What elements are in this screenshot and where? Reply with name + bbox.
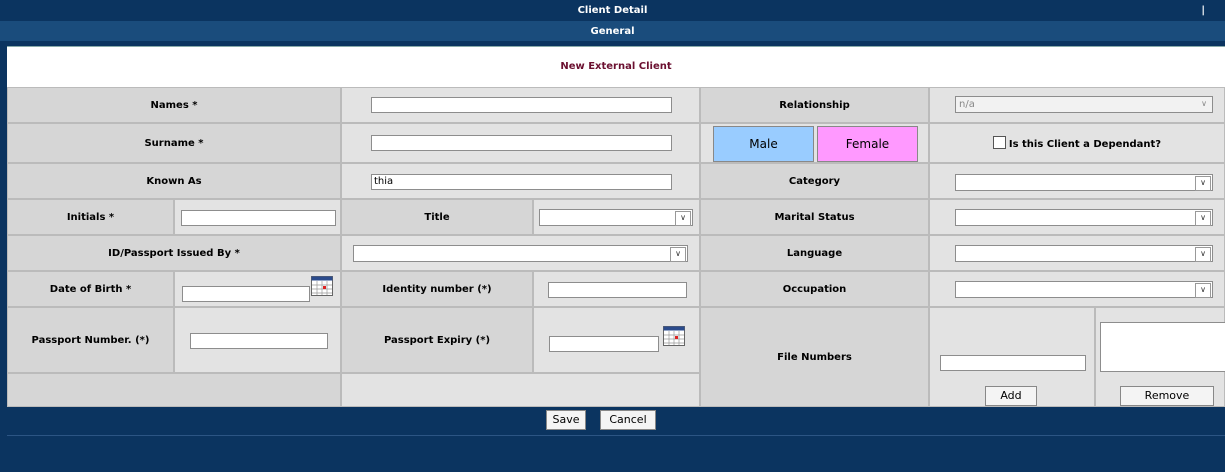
- identity-number-cell: [533, 271, 700, 307]
- empty-cell: [341, 373, 700, 407]
- title-select[interactable]: ∨: [539, 209, 693, 226]
- surname-cell: [341, 123, 700, 163]
- save-button[interactable]: Save: [546, 410, 586, 430]
- initials-label: Initials *: [7, 199, 174, 235]
- category-select[interactable]: ∨: [955, 174, 1213, 191]
- title-separator: |: [1201, 5, 1205, 16]
- identity-number-label: Identity number (*): [341, 271, 533, 307]
- calendar-icon[interactable]: [311, 276, 333, 296]
- marital-status-select[interactable]: ∨: [955, 209, 1213, 226]
- file-number-entry-cell: Add: [929, 307, 1095, 407]
- add-file-number-button[interactable]: Add: [985, 386, 1037, 406]
- window-title: Client Detail: [577, 5, 648, 16]
- language-select[interactable]: ∨: [955, 245, 1213, 262]
- surname-label: Surname *: [7, 123, 341, 163]
- passport-number-cell: [174, 307, 341, 373]
- known-as-input[interactable]: thia: [371, 174, 672, 190]
- file-number-list-cell: Remove: [1095, 307, 1225, 407]
- file-number-list[interactable]: [1100, 322, 1225, 372]
- initials-cell: [174, 199, 341, 235]
- occupation-select[interactable]: ∨: [955, 281, 1213, 298]
- window-title-bar: Client Detail |: [0, 0, 1225, 21]
- id-issued-label: ID/Passport Issued By *: [7, 235, 341, 271]
- relationship-value: n/a: [959, 99, 975, 110]
- chevron-down-icon: ∨: [1195, 283, 1211, 298]
- empty-cell: [7, 373, 341, 407]
- id-issued-select[interactable]: ∨: [353, 245, 688, 262]
- relationship-select[interactable]: n/a ∨: [955, 96, 1213, 113]
- action-bar: Save Cancel: [7, 407, 1225, 433]
- cancel-button[interactable]: Cancel: [600, 410, 656, 430]
- names-input[interactable]: [371, 97, 672, 113]
- chevron-down-icon: ∨: [670, 247, 686, 262]
- title-cell: ∨: [533, 199, 700, 235]
- names-cell: [341, 87, 700, 123]
- occupation-label: Occupation: [700, 271, 929, 307]
- chevron-down-icon: ∨: [1195, 176, 1211, 191]
- gender-cell: Male Female: [700, 123, 929, 163]
- remove-file-number-button[interactable]: Remove: [1120, 386, 1214, 406]
- passport-expiry-label: Passport Expiry (*): [341, 307, 533, 373]
- dob-cell: [174, 271, 341, 307]
- occupation-cell: ∨: [929, 271, 1225, 307]
- initials-input[interactable]: [181, 210, 336, 226]
- names-label: Names *: [7, 87, 341, 123]
- identity-number-input[interactable]: [548, 282, 687, 298]
- passport-expiry-cell: [533, 307, 700, 373]
- known-as-cell: thia: [341, 163, 700, 199]
- passport-number-input[interactable]: [190, 333, 328, 349]
- file-numbers-label: File Numbers: [700, 307, 929, 407]
- dob-input[interactable]: [182, 286, 310, 302]
- dob-label: Date of Birth *: [7, 271, 174, 307]
- footer-panel: [7, 435, 1225, 472]
- chevron-down-icon: ∨: [675, 211, 691, 226]
- section-title: General: [0, 21, 1225, 41]
- title-label: Title: [341, 199, 533, 235]
- female-button[interactable]: Female: [817, 126, 918, 162]
- category-cell: ∨: [929, 163, 1225, 199]
- marital-status-cell: ∨: [929, 199, 1225, 235]
- passport-expiry-input[interactable]: [549, 336, 659, 352]
- dependant-cell: Is this Client a Dependant?: [929, 123, 1225, 163]
- id-issued-cell: ∨: [341, 235, 700, 271]
- calendar-icon[interactable]: [663, 326, 685, 346]
- marital-status-label: Marital Status: [700, 199, 929, 235]
- dependant-checkbox[interactable]: [992, 135, 1006, 149]
- language-cell: ∨: [929, 235, 1225, 271]
- chevron-down-icon: ∨: [1195, 247, 1211, 262]
- known-as-label: Known As: [7, 163, 341, 199]
- relationship-label: Relationship: [700, 87, 929, 123]
- surname-input[interactable]: [371, 135, 672, 151]
- file-number-input[interactable]: [940, 355, 1086, 371]
- chevron-down-icon: ∨: [1201, 99, 1207, 108]
- male-button[interactable]: Male: [713, 126, 814, 162]
- category-label: Category: [700, 163, 929, 199]
- form-heading: New External Client: [7, 46, 1225, 87]
- passport-number-label: Passport Number. (*): [7, 307, 174, 373]
- language-label: Language: [700, 235, 929, 271]
- chevron-down-icon: ∨: [1195, 211, 1211, 226]
- relationship-cell: n/a ∨: [929, 87, 1225, 123]
- dependant-label: Is this Client a Dependant?: [1008, 139, 1162, 150]
